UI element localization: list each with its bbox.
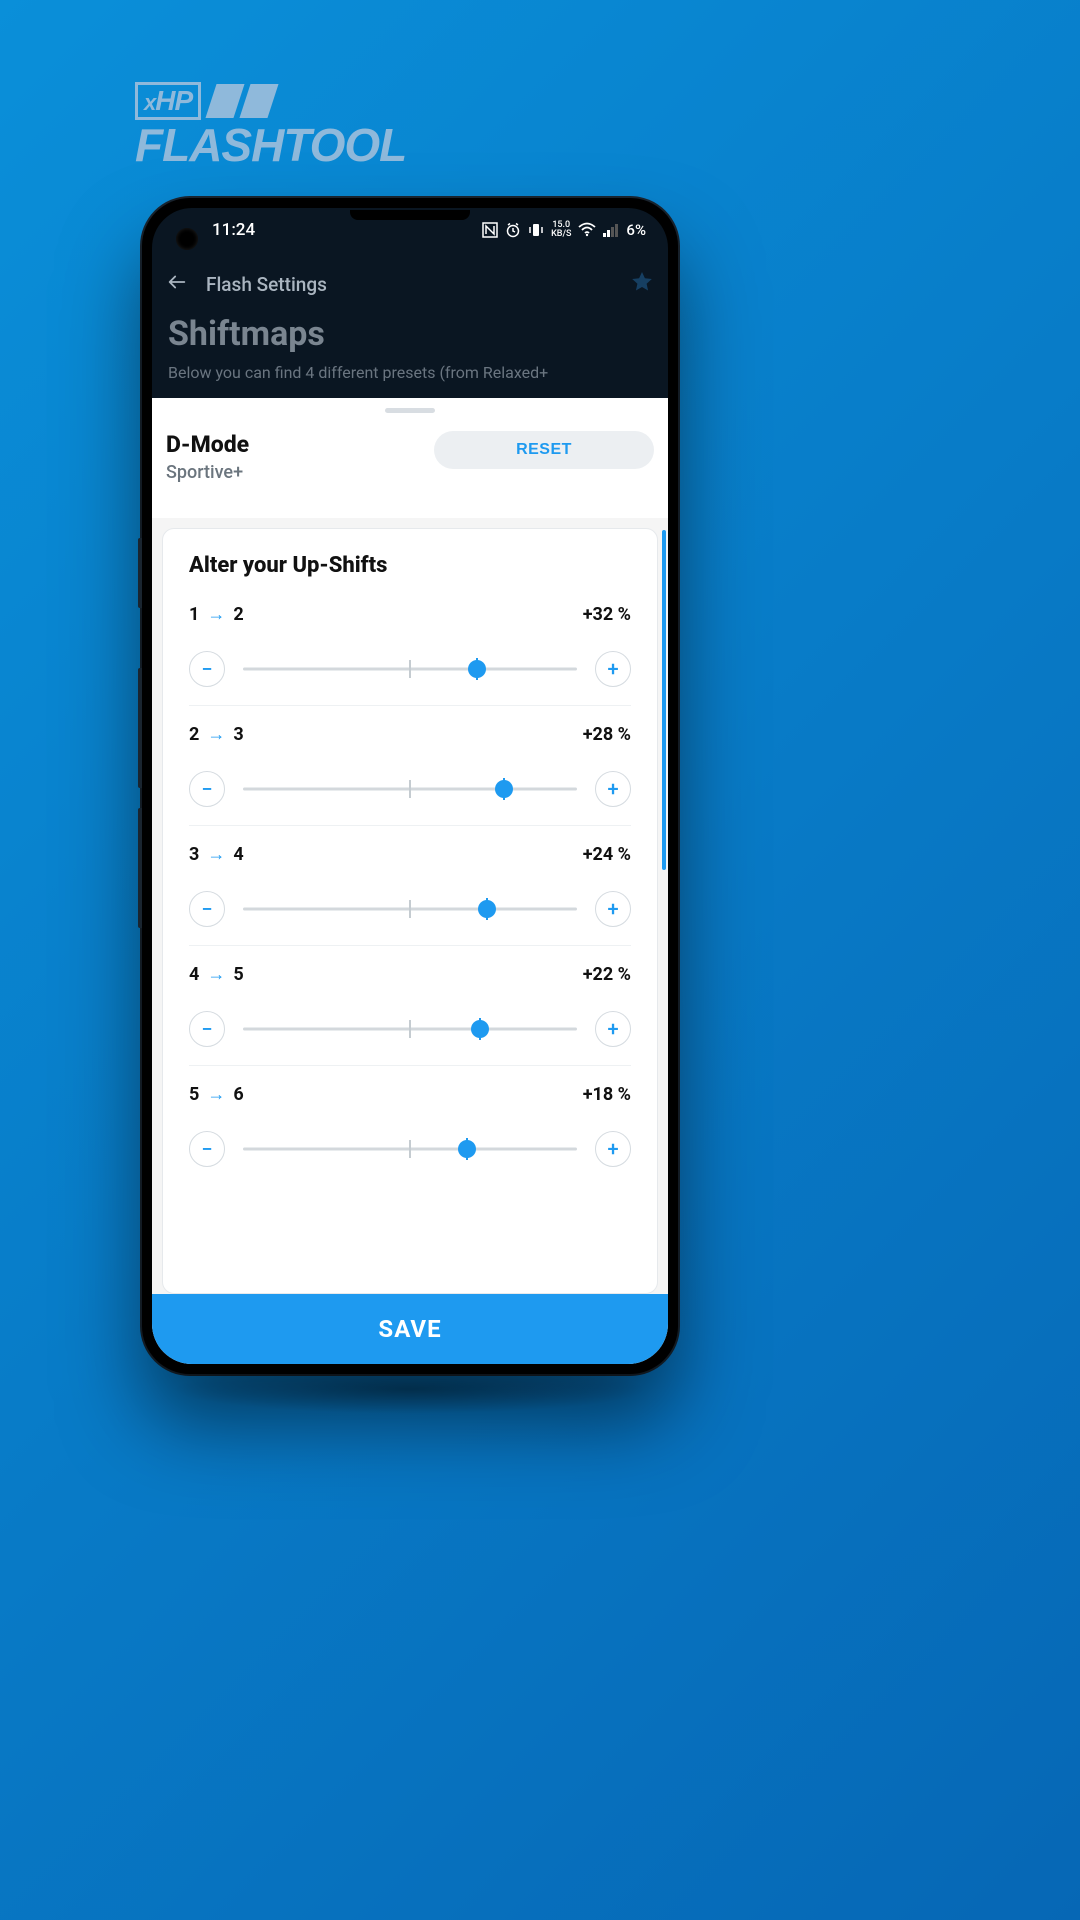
increment-button[interactable]: +: [595, 771, 631, 807]
save-button[interactable]: SAVE: [152, 1294, 668, 1364]
gear-from: 2: [189, 724, 199, 745]
gear-pair: 5 → 6: [189, 1084, 244, 1105]
wifi-icon: [578, 222, 596, 238]
decrement-button[interactable]: −: [189, 1131, 225, 1167]
gear-pair: 1 → 2: [189, 604, 244, 625]
mode-subtitle: Sportive+: [166, 462, 249, 483]
screen: 11:24 15.0 KB/S: [152, 208, 668, 1364]
network-speed: 15.0 KB/S: [551, 221, 571, 239]
shift-value: +18 %: [583, 1084, 631, 1105]
arrow-right-icon: →: [207, 844, 225, 865]
shift-slider[interactable]: [243, 1017, 577, 1041]
reset-button[interactable]: RESET: [434, 431, 654, 469]
vibrate-icon: [528, 222, 544, 238]
shift-row: 2 → 3 +28 % − +: [189, 724, 631, 826]
shift-row: 3 → 4 +24 % − +: [189, 844, 631, 946]
page-title: Shiftmaps: [168, 314, 654, 354]
shift-value: +22 %: [583, 964, 631, 985]
decrement-button[interactable]: −: [189, 891, 225, 927]
nfc-icon: [482, 222, 498, 238]
scroll-indicator[interactable]: [662, 530, 666, 870]
shift-value: +32 %: [583, 604, 631, 625]
upshifts-card: Alter your Up-Shifts 1 → 2 +32 % − + 2: [162, 528, 658, 1294]
signal-icon: [603, 223, 619, 237]
arrow-right-icon: →: [207, 964, 225, 985]
shift-value: +28 %: [583, 724, 631, 745]
battery-pct: 6%: [626, 221, 646, 239]
gear-from: 1: [189, 604, 199, 625]
shift-slider[interactable]: [243, 657, 577, 681]
gear-from: 5: [189, 1084, 199, 1105]
mode-title: D-Mode: [166, 431, 249, 458]
shift-row: 4 → 5 +22 % − +: [189, 964, 631, 1066]
increment-button[interactable]: +: [595, 651, 631, 687]
gear-to: 2: [233, 604, 243, 625]
shift-slider[interactable]: [243, 1137, 577, 1161]
gear-to: 6: [233, 1084, 243, 1105]
shift-slider[interactable]: [243, 777, 577, 801]
gear-from: 3: [189, 844, 199, 865]
star-icon[interactable]: [630, 270, 654, 298]
gear-to: 4: [233, 844, 243, 865]
shift-row: 5 → 6 +18 % − +: [189, 1084, 631, 1167]
arrow-right-icon: →: [207, 1084, 225, 1105]
gear-to: 5: [233, 964, 243, 985]
decrement-button[interactable]: −: [189, 771, 225, 807]
decrement-button[interactable]: −: [189, 1011, 225, 1047]
decrement-button[interactable]: −: [189, 651, 225, 687]
increment-button[interactable]: +: [595, 1131, 631, 1167]
shift-row: 1 → 2 +32 % − +: [189, 604, 631, 706]
alarm-icon: [505, 222, 521, 238]
card-title: Alter your Up-Shifts: [189, 553, 631, 578]
gear-from: 4: [189, 964, 199, 985]
back-icon[interactable]: [166, 271, 188, 297]
camera-hole: [176, 228, 198, 250]
sheet-handle[interactable]: [385, 408, 435, 413]
gear-pair: 3 → 4: [189, 844, 244, 865]
shift-value: +24 %: [583, 844, 631, 865]
page-description: Below you can find 4 different presets (…: [166, 362, 654, 388]
gear-pair: 4 → 5: [189, 964, 244, 985]
arrow-right-icon: →: [207, 724, 225, 745]
gear-pair: 2 → 3: [189, 724, 244, 745]
bottom-sheet: D-Mode Sportive+ RESET Alter your Up-Shi…: [152, 398, 668, 1364]
brand-logo: xHP FLASHTOOL: [135, 82, 406, 172]
toolbar-title: Flash Settings: [206, 273, 327, 296]
app-header: Flash Settings Shiftmaps Below you can f…: [152, 252, 668, 388]
status-time: 11:24: [212, 220, 255, 240]
arrow-right-icon: →: [207, 604, 225, 625]
increment-button[interactable]: +: [595, 891, 631, 927]
phone-frame: 11:24 15.0 KB/S: [142, 198, 678, 1374]
gear-to: 3: [233, 724, 243, 745]
increment-button[interactable]: +: [595, 1011, 631, 1047]
shift-slider[interactable]: [243, 897, 577, 921]
